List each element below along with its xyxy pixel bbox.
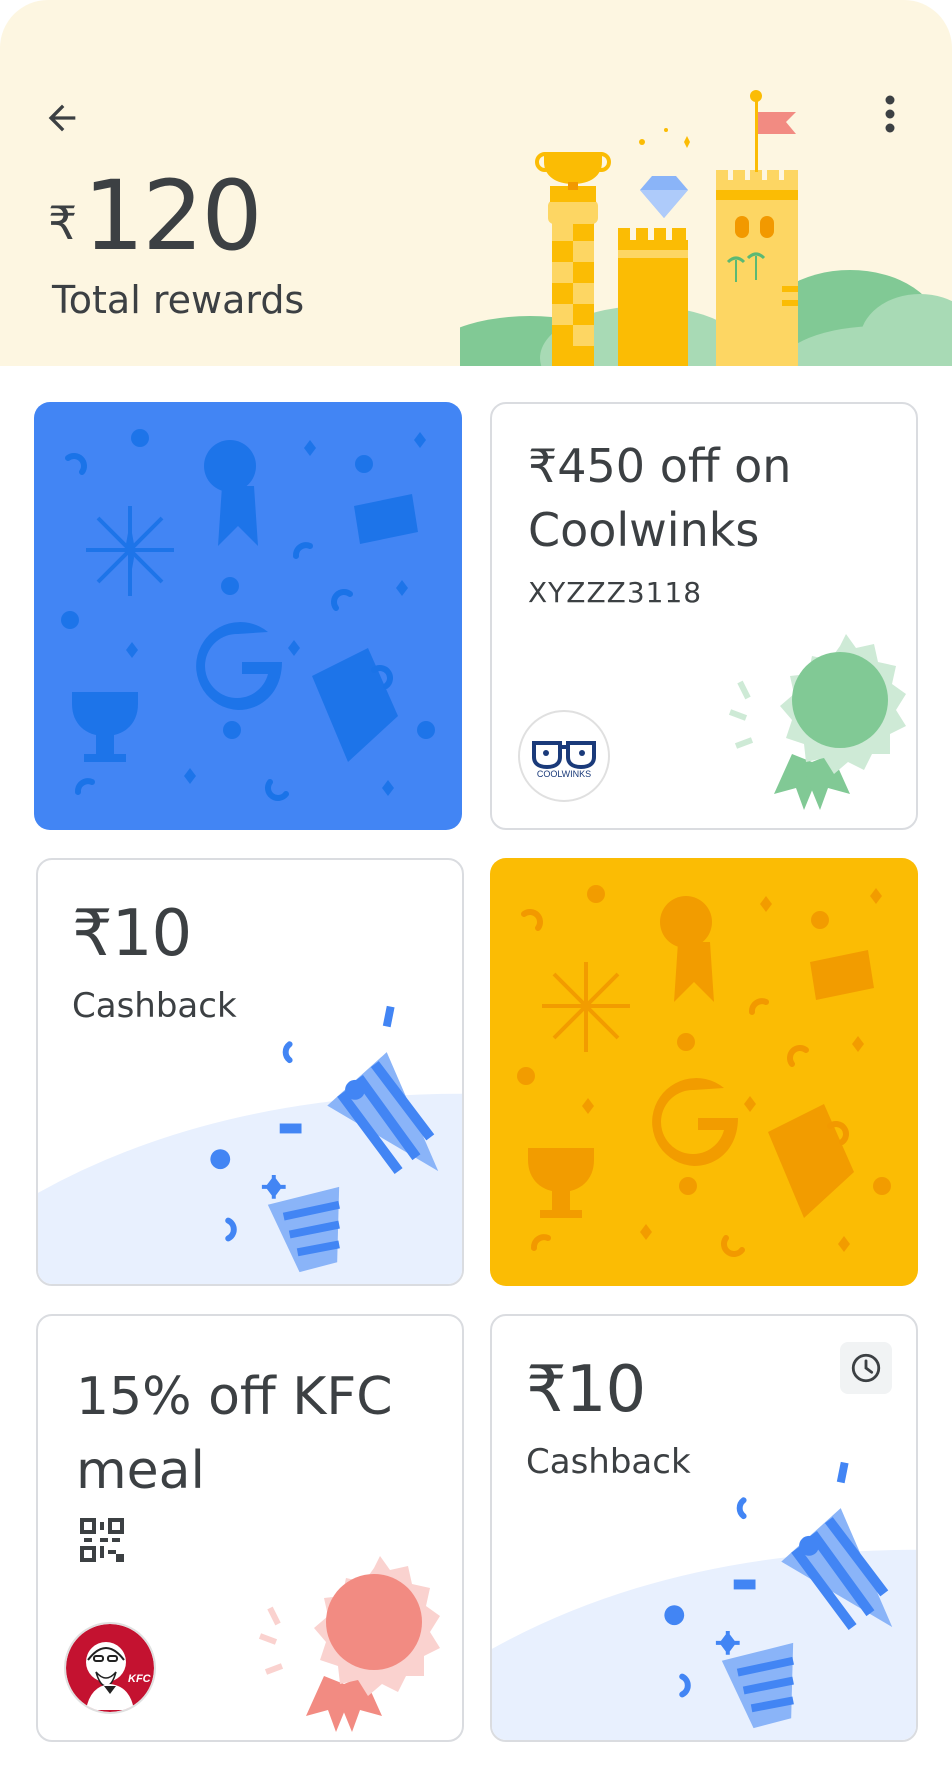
total-rewards-amount: ₹ 120 <box>48 160 263 272</box>
kfc-logo-text: KFC <box>128 1673 152 1685</box>
party-popper-illustration <box>38 1005 462 1284</box>
coolwinks-offer-card[interactable]: ₹450 off on Coolwinks XYZZZ3118 COOLWINK… <box>490 402 918 830</box>
kfc-logo: KFC <box>64 1622 156 1714</box>
offer-title: 15% off KFC meal <box>76 1367 393 1501</box>
castle-illustration <box>460 90 952 366</box>
offer-title: ₹450 off on Coolwinks <box>528 439 792 557</box>
kfc-colonel-icon: KFC <box>66 1624 154 1712</box>
rewards-header: ₹ 120 Total rewards <box>0 0 952 366</box>
cashback-reward-card[interactable]: ₹10 Cashback <box>490 1314 918 1742</box>
unscratched-reward-card[interactable] <box>490 858 918 1286</box>
qr-code-icon <box>80 1518 124 1562</box>
reward-pattern <box>61 429 435 801</box>
kfc-offer-card[interactable]: 15% off KFC meal KFC <box>36 1314 464 1742</box>
reward-pattern <box>517 885 891 1257</box>
svg-text:COOLWINKS: COOLWINKS <box>537 769 591 779</box>
glasses-icon: COOLWINKS <box>532 741 596 779</box>
ribbon-badge-icon <box>728 634 906 810</box>
cashback-reward-card[interactable]: ₹10 Cashback <box>36 858 464 1286</box>
unscratched-reward-card[interactable] <box>34 402 462 830</box>
currency-symbol: ₹ <box>48 196 78 250</box>
total-rewards-label: Total rewards <box>52 278 305 322</box>
back-button[interactable] <box>36 92 88 144</box>
total-amount-value: 120 <box>83 160 262 272</box>
arrow-back-icon <box>48 104 76 132</box>
coolwinks-logo: COOLWINKS <box>518 710 610 802</box>
ribbon-badge-icon <box>258 1556 440 1732</box>
party-popper-illustration <box>492 1461 916 1740</box>
offer-code: XYZZZ3118 <box>528 576 703 609</box>
